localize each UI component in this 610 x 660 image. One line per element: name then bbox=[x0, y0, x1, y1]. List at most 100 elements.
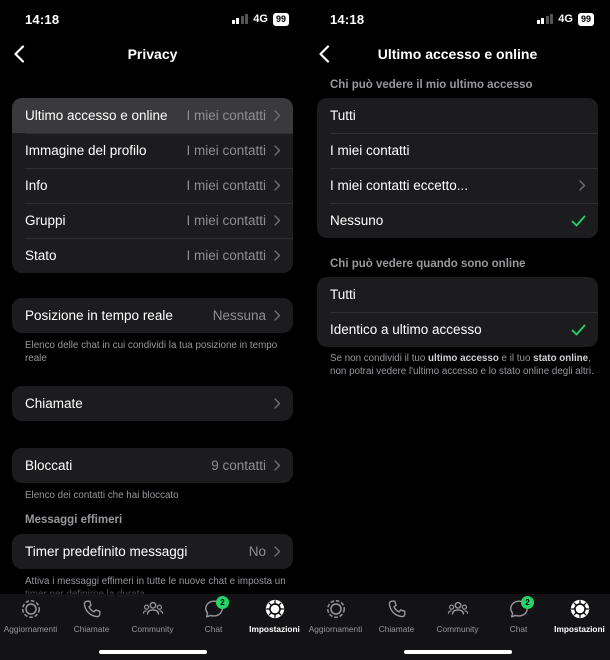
tab-updates[interactable]: Aggiornamenti bbox=[0, 594, 61, 638]
row-calls[interactable]: Chiamate bbox=[12, 386, 293, 421]
row-last-seen[interactable]: Ultimo accesso e online I miei contatti bbox=[12, 98, 293, 133]
tab-updates[interactable]: Aggiornamenti bbox=[305, 594, 366, 638]
status-time: 14:18 bbox=[25, 12, 60, 27]
chevron-right-icon bbox=[274, 460, 281, 471]
status-time: 14:18 bbox=[330, 12, 365, 27]
tab-calls[interactable]: Chiamate bbox=[366, 594, 427, 638]
row-value: I miei contatti bbox=[186, 248, 266, 263]
tab-label: Chat bbox=[204, 624, 223, 634]
option-label: I miei contatti eccetto... bbox=[330, 178, 469, 193]
chevron-right-icon bbox=[274, 215, 281, 226]
row-label: Timer predefinito messaggi bbox=[25, 544, 188, 559]
navigation-bar: Ultimo accesso e online bbox=[305, 38, 610, 70]
row-value: I miei contatti bbox=[186, 108, 266, 123]
tab-label: Impostazioni bbox=[554, 624, 605, 634]
chevron-right-icon bbox=[274, 398, 281, 409]
row-blocked[interactable]: Bloccati 9 contatti bbox=[12, 448, 293, 483]
row-default-timer[interactable]: Timer predefinito messaggi No bbox=[12, 534, 293, 569]
row-label: Gruppi bbox=[25, 213, 66, 228]
chevron-right-icon bbox=[274, 145, 281, 156]
last-seen-header: Chi può vedere il mio ultimo accesso bbox=[330, 79, 533, 91]
phone-icon bbox=[386, 598, 408, 620]
online-header: Chi può vedere quando sono online bbox=[330, 258, 526, 270]
signal-icon bbox=[536, 14, 554, 24]
option-my-contacts-except[interactable]: I miei contatti eccetto... bbox=[317, 168, 598, 203]
chevron-right-icon bbox=[274, 110, 281, 121]
status-bar: 14:18 4G 99 bbox=[0, 0, 305, 38]
option-my-contacts[interactable]: I miei contatti bbox=[317, 133, 598, 168]
network-type: 4G bbox=[558, 13, 573, 25]
row-status[interactable]: Stato I miei contatti bbox=[12, 238, 293, 273]
updates-icon bbox=[325, 598, 347, 620]
option-online-everyone[interactable]: Tutti bbox=[317, 277, 598, 312]
last-seen-screen: 14:18 4G 99 Ultimo accesso e online Chi … bbox=[305, 0, 610, 660]
tab-label: Community bbox=[436, 624, 479, 634]
option-same-as-last-seen[interactable]: Identico a ultimo accesso bbox=[317, 312, 598, 347]
row-about[interactable]: Info I miei contatti bbox=[12, 168, 293, 203]
tab-community[interactable]: Community bbox=[122, 594, 183, 638]
unread-badge: 2 bbox=[216, 596, 229, 609]
blocked-group: Bloccati 9 contatti bbox=[12, 448, 293, 483]
chevron-right-icon bbox=[274, 310, 281, 321]
community-icon bbox=[447, 598, 469, 620]
network-type: 4G bbox=[253, 13, 268, 25]
settings-icon bbox=[264, 598, 286, 620]
chevron-right-icon bbox=[274, 180, 281, 191]
online-options: Tutti Identico a ultimo accesso bbox=[317, 277, 598, 347]
live-location-note: Elenco delle chat in cui condividi la tu… bbox=[25, 340, 278, 364]
option-label: Nessuno bbox=[330, 213, 384, 228]
option-nobody[interactable]: Nessuno bbox=[317, 203, 598, 238]
row-value: Nessuna bbox=[212, 308, 266, 323]
tab-bar: Aggiornamenti Chiamate Community 2 Chat … bbox=[305, 594, 610, 660]
status-bar: 14:18 4G 99 bbox=[305, 0, 610, 38]
chevron-right-icon bbox=[274, 250, 281, 261]
settings-icon bbox=[569, 598, 591, 620]
row-label: Immagine del profilo bbox=[25, 143, 147, 158]
live-location-group: Posizione in tempo reale Nessuna bbox=[12, 298, 293, 333]
tab-chat[interactable]: 2 Chat bbox=[183, 594, 244, 638]
home-indicator bbox=[403, 650, 512, 654]
home-indicator bbox=[98, 650, 207, 654]
tab-label: Chiamate bbox=[378, 624, 415, 634]
tab-settings[interactable]: Impostazioni bbox=[549, 594, 610, 638]
row-groups[interactable]: Gruppi I miei contatti bbox=[12, 203, 293, 238]
page-title: Privacy bbox=[127, 46, 178, 62]
row-value: I miei contatti bbox=[186, 178, 266, 193]
tab-label: Chat bbox=[509, 624, 528, 634]
row-profile-photo[interactable]: Immagine del profilo I miei contatti bbox=[12, 133, 293, 168]
navigation-bar: Privacy bbox=[0, 38, 305, 70]
updates-icon bbox=[20, 598, 42, 620]
unread-badge: 2 bbox=[521, 596, 534, 609]
tab-chat[interactable]: 2 Chat bbox=[488, 594, 549, 638]
battery-icon: 99 bbox=[272, 12, 289, 26]
row-label: Ultimo accesso e online bbox=[25, 108, 168, 123]
tab-bar: Aggiornamenti Chiamate Community 2 Chat … bbox=[0, 594, 305, 660]
blocked-note: Elenco dei contatti che hai bloccato bbox=[25, 490, 179, 501]
page-title: Ultimo accesso e online bbox=[377, 46, 538, 62]
privacy-info-note: Se non condividi il tuo ultimo accesso e… bbox=[330, 353, 594, 377]
row-label: Posizione in tempo reale bbox=[25, 308, 173, 323]
privacy-visibility-group: Ultimo accesso e online I miei contatti … bbox=[12, 98, 293, 273]
row-label: Info bbox=[25, 178, 48, 193]
row-value: I miei contatti bbox=[186, 143, 266, 158]
row-label: Chiamate bbox=[25, 396, 83, 411]
tab-label: Impostazioni bbox=[249, 624, 300, 634]
signal-icon bbox=[231, 14, 249, 24]
tab-settings[interactable]: Impostazioni bbox=[244, 594, 305, 638]
option-label: Tutti bbox=[330, 108, 356, 123]
tab-label: Chiamate bbox=[73, 624, 110, 634]
option-everyone[interactable]: Tutti bbox=[317, 98, 598, 133]
chevron-right-icon bbox=[274, 546, 281, 557]
row-value: 9 contatti bbox=[211, 458, 266, 473]
checkmark-icon bbox=[571, 215, 586, 227]
row-live-location[interactable]: Posizione in tempo reale Nessuna bbox=[12, 298, 293, 333]
tab-community[interactable]: Community bbox=[427, 594, 488, 638]
chevron-right-icon bbox=[579, 180, 586, 191]
tab-calls[interactable]: Chiamate bbox=[61, 594, 122, 638]
phone-icon bbox=[81, 598, 103, 620]
option-label: Identico a ultimo accesso bbox=[330, 322, 482, 337]
row-label: Stato bbox=[25, 248, 57, 263]
calls-group: Chiamate bbox=[12, 386, 293, 421]
row-label: Bloccati bbox=[25, 458, 73, 473]
tab-label: Community bbox=[131, 624, 174, 634]
